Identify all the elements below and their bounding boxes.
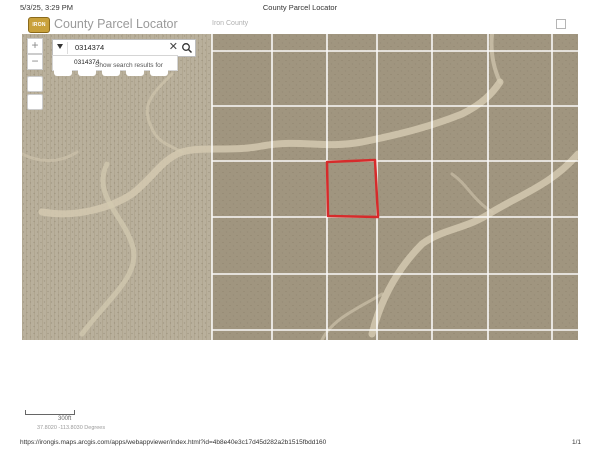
search-input[interactable]: 0314374 <box>75 43 104 52</box>
coordinate-readout: 37.8020 -113.8030 Degrees <box>37 425 106 431</box>
search-divider <box>67 42 68 54</box>
app-title: County Parcel Locator <box>54 17 178 31</box>
scale-label: 300ft <box>58 416 72 422</box>
app-subtitle: Iron County <box>212 20 249 27</box>
print-header: 5/3/25, 3:29 PM County Parcel Locator <box>0 3 600 15</box>
scale-bar <box>25 410 75 415</box>
suggestion-prefix: Show search results for <box>95 62 163 69</box>
home-button[interactable] <box>27 76 43 92</box>
aerial-imagery <box>22 34 578 340</box>
map-view[interactable] <box>22 34 578 340</box>
app-header: IRON County Parcel Locator Iron County <box>22 16 578 34</box>
close-icon[interactable]: ✕ <box>169 41 178 53</box>
locate-button[interactable] <box>27 94 43 110</box>
chevron-down-icon[interactable] <box>57 44 63 49</box>
result-tab[interactable] <box>150 69 168 76</box>
zoom-in-button[interactable]: + <box>27 38 43 54</box>
result-tab[interactable] <box>54 69 72 76</box>
iron-county-logo: IRON <box>28 17 50 33</box>
search-icon[interactable] <box>181 42 193 54</box>
print-title: County Parcel Locator <box>262 3 338 12</box>
result-tab[interactable] <box>102 69 120 76</box>
expand-icon[interactable] <box>556 19 566 29</box>
result-tab[interactable] <box>78 69 96 76</box>
zoom-out-button[interactable]: − <box>27 54 43 70</box>
result-tab[interactable] <box>126 69 144 76</box>
print-page-number: 1/1 <box>572 439 582 446</box>
print-url: https://irongis.maps.arcgis.com/apps/web… <box>20 439 327 446</box>
